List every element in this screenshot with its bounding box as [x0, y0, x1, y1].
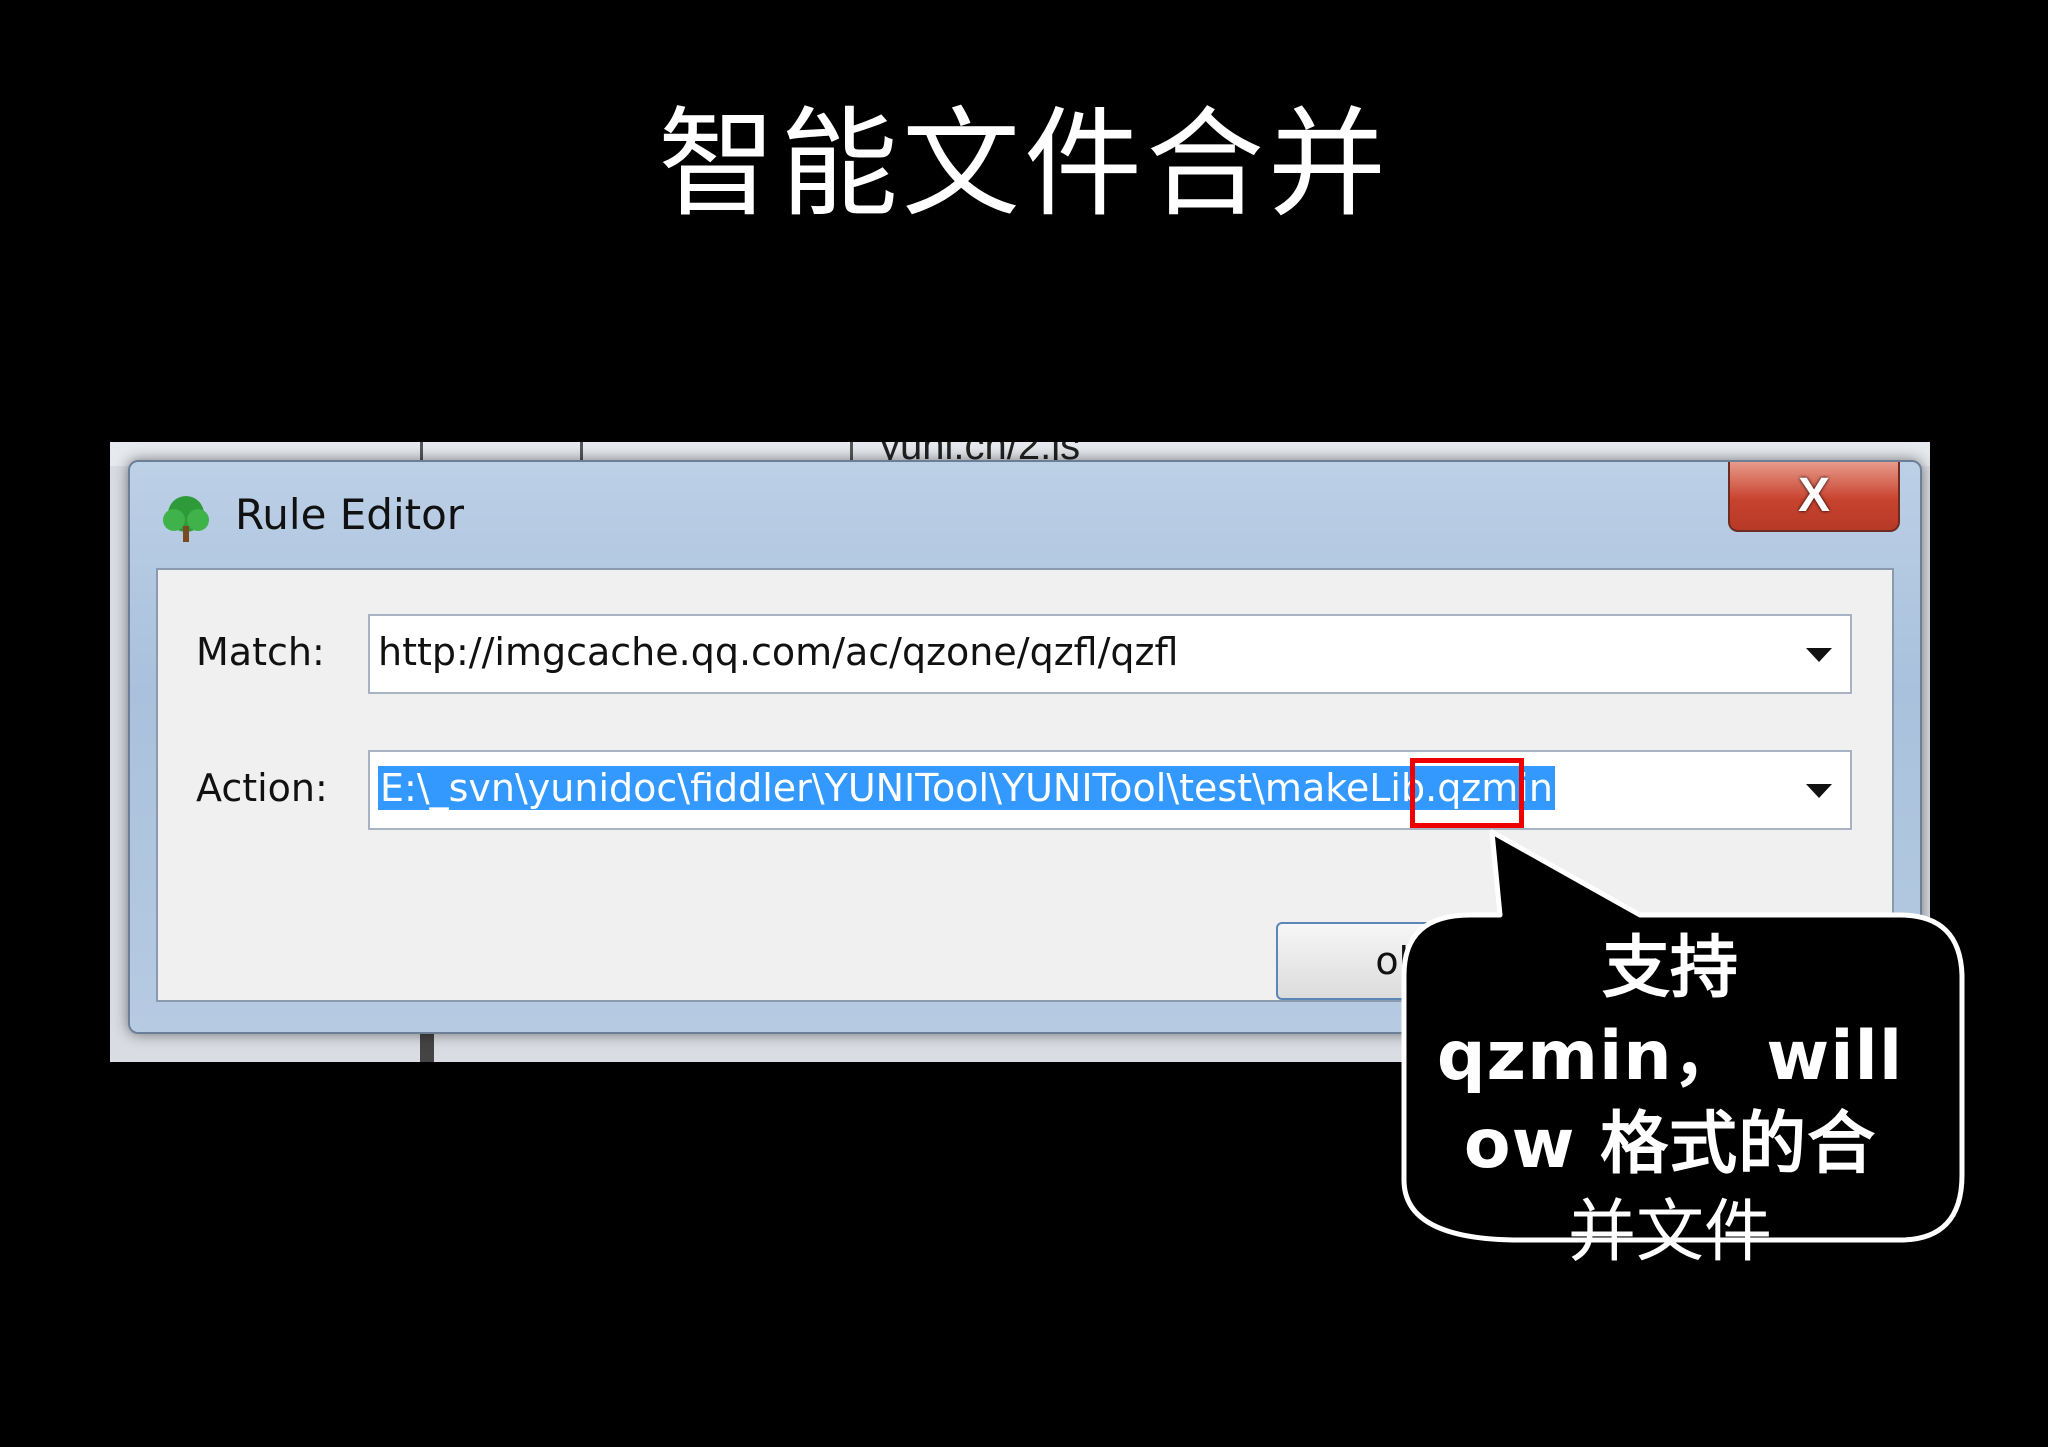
callout-line: 并文件	[1567, 1193, 1772, 1272]
callout-line: 支持	[1601, 929, 1738, 1008]
callout-line: qzmin， will	[1436, 1017, 1904, 1096]
callout-text: 支持 qzmin， will ow 格式的合 并文件	[1420, 925, 1920, 1277]
callout-line: ow 格式的合	[1463, 1105, 1877, 1184]
